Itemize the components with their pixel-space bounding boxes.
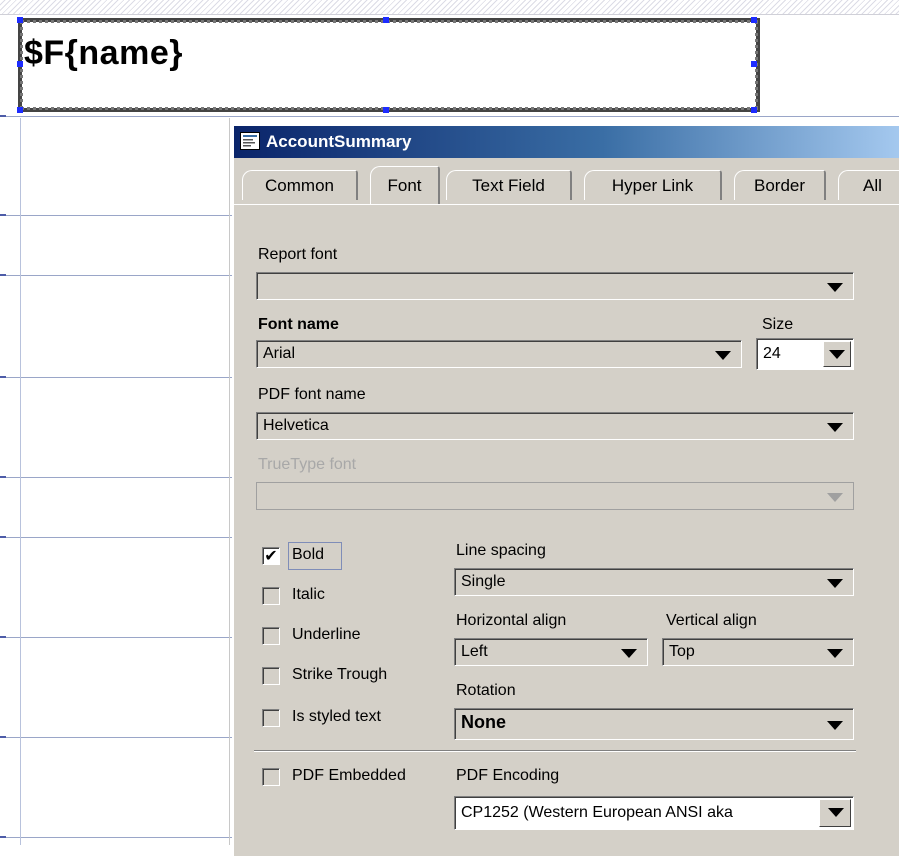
tab-common[interactable]: Common [242,170,358,200]
bold-checkbox[interactable]: ✔ [262,547,280,565]
tab-font[interactable]: Font [370,166,440,204]
chevron-down-icon [827,493,843,502]
tab-all[interactable]: All [838,170,899,200]
pdf-embedded-label[interactable]: PDF Embedded [292,767,406,785]
italic-label[interactable]: Italic [292,586,325,604]
band-line [0,837,232,838]
tab-divider [234,204,899,205]
chevron-down-icon [827,423,843,432]
truetype-font-label: TrueType font [258,456,357,473]
font-name-combo[interactable]: Arial [256,340,742,368]
chevron-down-icon [827,283,843,292]
dialog-titlebar[interactable]: AccountSummary [234,126,899,158]
band-line [0,116,899,117]
horizontal-align-label: Horizontal align [456,612,567,629]
truetype-font-combo [256,482,854,510]
resize-handle[interactable] [17,107,23,113]
resize-handle[interactable] [17,17,23,23]
rotation-value: None [461,712,506,732]
margin-guide [20,118,21,845]
font-name-value: Arial [263,345,296,362]
pdf-encoding-combo[interactable]: CP1252 (Western European ANSI aka [454,796,854,830]
tab-text-field[interactable]: Text Field [446,170,572,200]
tab-strip: Common Font Text Field Hyper Link Border… [234,158,899,206]
rotation-label: Rotation [456,682,516,699]
resize-handle[interactable] [751,61,757,67]
pdf-encoding-label: PDF Encoding [456,767,560,784]
chevron-down-icon [827,649,843,658]
properties-dialog: AccountSummary Common Font Text Field Hy… [232,124,899,856]
ruler-tick [0,274,6,276]
field-expression: $F{name} [24,34,183,72]
resize-handle[interactable] [751,107,757,113]
underline-checkbox[interactable] [262,627,280,645]
ruler-tick [0,636,6,638]
band-hatch [0,0,899,14]
horizontal-align-value: Left [461,643,488,660]
ruler-tick [0,214,6,216]
ruler-tick [0,476,6,478]
size-label: Size [762,316,794,333]
chevron-down-icon [827,579,843,588]
size-combo[interactable]: 24 [756,338,854,370]
band-line [0,275,232,276]
strike-through-label[interactable]: Strike Trough [292,666,387,684]
pdf-font-name-value: Helvetica [263,417,329,434]
resize-handle[interactable] [751,17,757,23]
band-line [0,14,899,15]
tab-border[interactable]: Border [734,170,826,200]
styled-text-label[interactable]: Is styled text [292,708,381,726]
chevron-down-icon [829,350,845,359]
size-dropdown-button[interactable] [823,341,851,367]
vertical-align-combo[interactable]: Top [662,638,854,666]
chevron-down-icon [715,351,731,360]
ruler-tick [0,536,6,538]
strike-through-checkbox[interactable] [262,667,280,685]
report-icon [240,132,260,150]
band-line [0,737,232,738]
resize-handle[interactable] [17,61,23,67]
pdf-font-name-combo[interactable]: Helvetica [256,412,854,440]
resize-handle[interactable] [383,17,389,23]
band-line [0,537,232,538]
line-spacing-label: Line spacing [456,542,546,559]
band-line [0,215,232,216]
size-value: 24 [763,345,781,362]
pdf-embedded-checkbox[interactable] [262,768,280,786]
band-line [0,377,232,378]
chevron-down-icon [621,649,637,658]
report-font-combo[interactable] [256,272,854,300]
bold-label[interactable]: Bold [292,546,324,564]
rotation-combo[interactable]: None [454,708,854,740]
line-spacing-combo[interactable]: Single [454,568,854,596]
pdf-encoding-dropdown-button[interactable] [819,799,851,827]
tab-hyper-link[interactable]: Hyper Link [584,170,722,200]
ruler-tick [0,736,6,738]
report-font-label: Report font [258,246,338,263]
chevron-down-icon [827,721,843,730]
pdf-font-name-label: PDF font name [258,386,366,403]
band-line [0,637,232,638]
vertical-align-label: Vertical align [666,612,757,629]
ruler-tick [0,115,6,117]
italic-checkbox[interactable] [262,587,280,605]
underline-label[interactable]: Underline [292,626,360,644]
chevron-down-icon [828,808,844,817]
vertical-align-value: Top [669,643,695,660]
dialog-title: AccountSummary [266,132,412,151]
pdf-encoding-value: CP1252 (Western European ANSI aka [461,804,733,821]
band-line [0,477,232,478]
styled-text-checkbox[interactable] [262,709,280,727]
font-name-label: Font name [258,316,339,333]
resize-handle[interactable] [383,107,389,113]
section-separator [254,750,856,751]
line-spacing-value: Single [461,573,506,590]
column-guide [229,118,230,845]
horizontal-align-combo[interactable]: Left [454,638,648,666]
ruler-tick [0,376,6,378]
ruler-tick [0,836,6,838]
